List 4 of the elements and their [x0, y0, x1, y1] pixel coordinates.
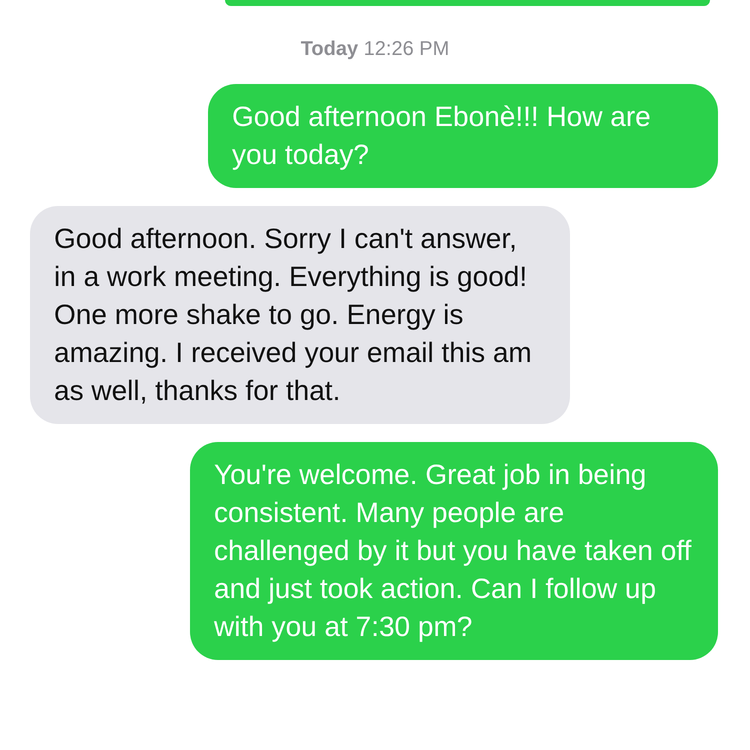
- received-message-bubble: Good afternoon. Sorry I can't answer, in a work meeting. Everything is good! One more shake to go. Energy is amazing. I received your email this am as well, thanks for that.: [30, 206, 570, 424]
- sent-message-bubble: Good afternoon Ebonè!!! How are you today?: [208, 84, 718, 188]
- timestamp: Today 12:26 PM: [300, 38, 450, 60]
- sent-message-bubble: You're welcome. Great job in being consistent. Many people are challenged by it but you have taken off and just took action. Can I follow up with you at 7:30 pm?: [190, 442, 718, 660]
